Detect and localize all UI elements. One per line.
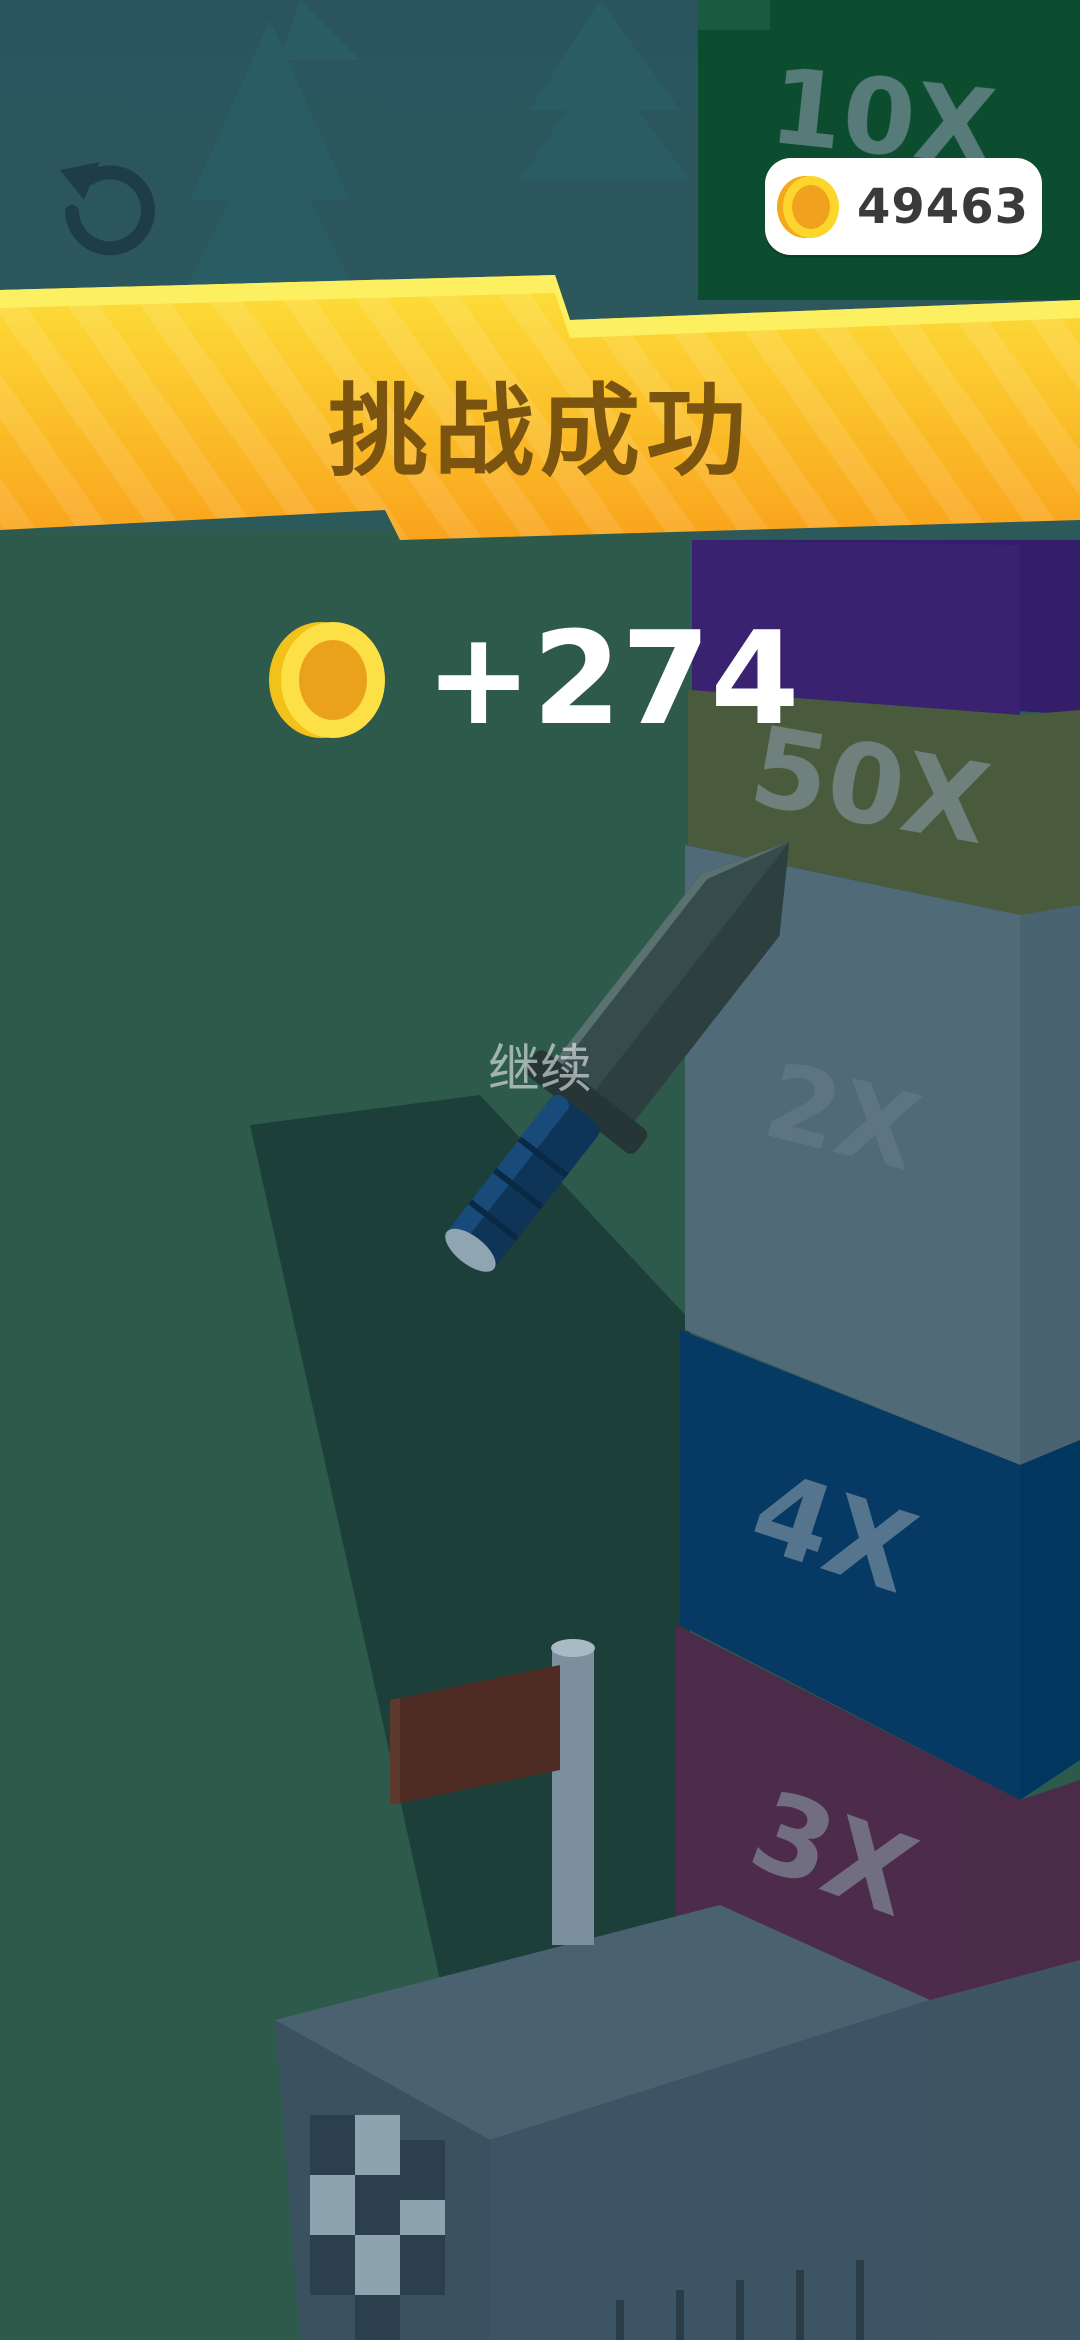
coin-balance-pill: 49463 [765,158,1042,255]
gold-coin-icon [777,175,839,238]
continue-button[interactable]: 继续 [440,1030,640,1110]
restart-icon [60,162,155,256]
coin-balance: 49463 [857,178,1029,235]
gold-coin-icon [269,622,385,738]
result-title: 挑战成功 [328,373,752,490]
reward-display: +274 [0,610,1080,750]
reward-amount: +274 [425,605,800,754]
restart-button[interactable] [50,150,160,260]
